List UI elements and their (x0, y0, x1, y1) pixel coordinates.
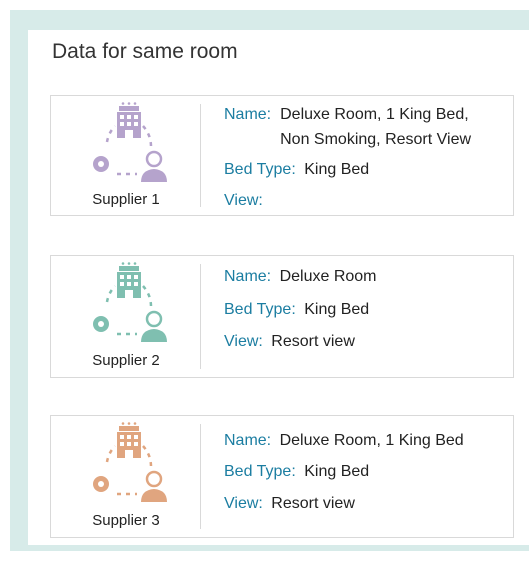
bed-type-row: Bed Type: King Bed (224, 159, 369, 181)
bed-type-label: Bed Type: (224, 301, 296, 318)
supplier-card-3: Supplier 3 Name: Deluxe Room, 1 King Bed… (50, 415, 514, 538)
name-label: Name: (224, 268, 272, 285)
bed-type-value: King Bed (304, 161, 370, 178)
outer-frame: Data for same room Supplier 1 Name: Delu… (10, 10, 529, 551)
room-data-panel: Data for same room Supplier 1 Name: Delu… (28, 30, 529, 545)
view-value: Resort view (271, 495, 355, 512)
supplier-info: Supplier 3 (51, 416, 201, 537)
hotel-supplier-icon (93, 422, 167, 502)
view-label: View: (224, 495, 263, 512)
view-row: View: Resort view (224, 331, 355, 353)
panel-title: Data for same room (52, 40, 238, 63)
name-value: Deluxe Room, 1 King Bed, Non Smoking, Re… (280, 104, 471, 151)
view-label: View: (224, 333, 263, 350)
name-value-line1: Deluxe Room, 1 King Bed, (280, 106, 469, 123)
bed-type-value: King Bed (304, 463, 370, 480)
name-row: Name: Deluxe Room (224, 266, 377, 288)
name-value: Deluxe Room (279, 268, 377, 285)
supplier-card-1: Supplier 1 Name: Deluxe Room, 1 King Bed… (50, 95, 514, 216)
supplier-card-2: Supplier 2 Name: Deluxe Room Bed Type: K… (50, 255, 514, 378)
name-value: Deluxe Room, 1 King Bed (279, 432, 464, 449)
name-value-line2: Non Smoking, Resort View (280, 131, 472, 148)
divider (200, 424, 201, 529)
view-value: Resort view (271, 333, 355, 350)
bed-type-label: Bed Type: (224, 161, 296, 178)
supplier-info: Supplier 1 (51, 96, 201, 215)
name-row: Name: Deluxe Room, 1 King Bed (224, 430, 464, 452)
bed-type-row: Bed Type: King Bed (224, 299, 369, 321)
supplier-label: Supplier 2 (92, 352, 160, 369)
divider (200, 264, 201, 369)
view-label: View: (224, 192, 263, 209)
name-label: Name: (224, 432, 272, 449)
bed-type-value: King Bed (304, 301, 370, 318)
supplier-label: Supplier 3 (92, 512, 160, 529)
bed-type-row: Bed Type: King Bed (224, 461, 369, 483)
hotel-supplier-icon (93, 102, 167, 182)
supplier-label: Supplier 1 (92, 191, 160, 208)
name-row: Name: Deluxe Room, 1 King Bed, Non Smoki… (224, 104, 471, 151)
hotel-supplier-icon (93, 262, 167, 342)
name-label: Name: (224, 106, 272, 123)
view-row: View: (224, 190, 267, 212)
view-row: View: Resort view (224, 493, 355, 515)
bed-type-label: Bed Type: (224, 463, 296, 480)
supplier-info: Supplier 2 (51, 256, 201, 377)
divider (200, 104, 201, 207)
